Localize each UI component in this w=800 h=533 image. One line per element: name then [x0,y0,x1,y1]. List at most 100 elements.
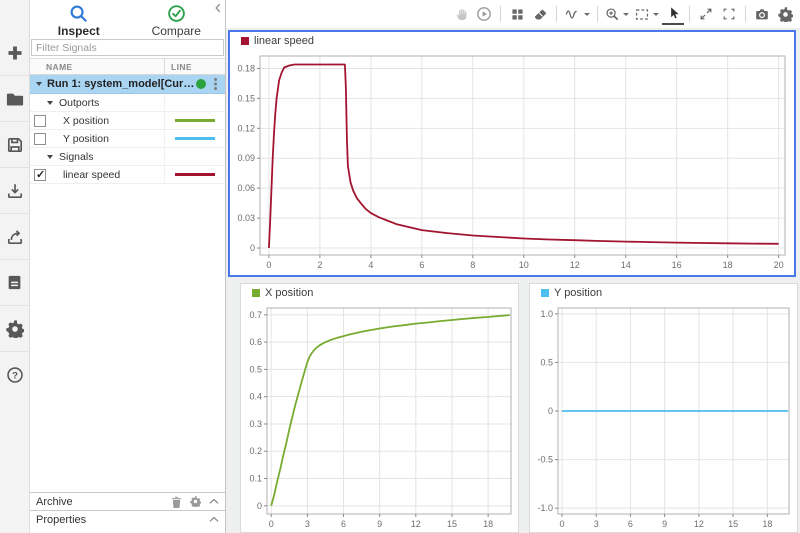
trash-icon[interactable] [171,496,182,508]
import-icon [6,182,24,200]
legend-swatch [241,37,249,45]
signal-row-y-position[interactable]: Y position [30,130,225,148]
chevron-up-icon [209,516,219,523]
group-label: Signals [59,151,93,163]
snapshot-button[interactable] [751,3,773,25]
search-icon [69,4,88,23]
toolbar-separator [597,6,598,22]
layout-button[interactable] [506,3,528,25]
signal-checkbox[interactable] [34,169,46,181]
group-label: Outports [59,97,99,109]
zoom-in-icon [605,7,620,22]
chevron-down-icon [47,155,53,159]
svg-text:9: 9 [377,519,382,529]
svg-text:15: 15 [447,519,457,529]
dropdown-caret-icon [623,13,629,16]
fit-to-view-button[interactable] [632,3,661,25]
expand-arrows-icon [699,7,713,21]
run-row[interactable]: Run 1: system_model[Current] [30,75,225,94]
svg-text:18: 18 [483,519,493,529]
tab-compare[interactable]: Compare [128,0,226,38]
camera-icon [754,7,770,22]
svg-text:0.5: 0.5 [540,357,553,367]
toolbar-separator [500,6,501,22]
help-button[interactable]: ? [0,351,29,397]
toolbar-separator [745,6,746,22]
gear-icon [778,7,793,22]
create-report-button[interactable] [0,259,29,305]
svg-text:9: 9 [662,519,667,529]
legend-label: Y position [554,287,602,299]
plot-card-linear-speed[interactable]: linear speed 0246810121416182000.030.060… [228,30,796,277]
save-button[interactable] [0,121,29,167]
export-button[interactable] [0,213,29,259]
signal-cursor-button[interactable] [562,3,592,25]
chevron-up-icon [209,498,219,505]
tab-inspect[interactable]: Inspect [30,0,128,38]
sidebar-footer [30,528,225,533]
gear-icon [6,320,24,338]
fit-view-icon [634,7,650,22]
svg-text:6: 6 [341,519,346,529]
tab-inspect-label: Inspect [58,24,100,38]
pan-button[interactable] [450,3,472,25]
svg-text:6: 6 [628,519,633,529]
column-line: LINE [164,59,225,74]
line-swatch [175,173,215,176]
app-toolstrip: ? [0,0,30,533]
run-options-icon[interactable] [214,78,217,81]
pointer-button[interactable] [662,3,684,25]
wave-icon [564,7,581,22]
toolbar-separator [556,6,557,22]
signal-row-x-position[interactable]: X position [30,112,225,130]
zoom-button[interactable] [603,3,631,25]
group-row-signals[interactable]: Signals [30,148,225,166]
group-row-outports[interactable]: Outports [30,94,225,112]
archive-bar[interactable]: Archive [30,492,225,510]
add-run-button[interactable] [0,30,29,75]
linear-speed-chart[interactable]: 0246810121416182000.030.060.090.120.150.… [230,50,794,275]
preferences-button[interactable] [0,305,29,351]
export-icon [6,228,24,246]
expand-button[interactable] [695,3,717,25]
plot-card-y-position[interactable]: Y position 0369121518-1.0-0.500.51.0 [529,283,798,533]
signal-checkbox[interactable] [34,115,46,127]
run-status-dot [196,79,206,89]
svg-text:12: 12 [411,519,421,529]
y-position-chart[interactable]: 0369121518-1.0-0.500.51.0 [530,302,797,532]
import-button[interactable] [0,167,29,213]
clear-plots-button[interactable] [529,3,551,25]
svg-text:0.03: 0.03 [237,213,255,223]
collapse-sidebar-button[interactable] [214,3,222,13]
signal-tree: Run 1: system_model[Current] Outports X … [30,75,225,492]
column-name: NAME [30,62,164,72]
svg-text:-0.5: -0.5 [537,455,553,465]
x-position-chart[interactable]: 036912151800.10.20.30.40.50.60.7 [241,302,518,532]
plot-card-x-position[interactable]: X position 036912151800.10.20.30.40.50.6… [240,283,519,533]
svg-text:0: 0 [269,519,274,529]
open-button[interactable] [0,75,29,121]
svg-text:20: 20 [774,260,784,270]
plot-settings-button[interactable] [774,3,796,25]
hand-icon [454,7,469,22]
svg-text:0.06: 0.06 [237,183,255,193]
chevron-down-icon [47,101,53,105]
line-swatch [175,119,215,122]
fullscreen-button[interactable] [718,3,740,25]
document-icon [6,274,23,291]
svg-text:?: ? [12,370,18,381]
signal-checkbox[interactable] [34,133,46,145]
plot-area: linear speed 0246810121416182000.030.060… [226,0,800,533]
play-circle-icon [476,6,492,22]
filter-signals-input[interactable] [31,39,224,56]
line-swatch [175,137,215,140]
signal-label: linear speed [50,169,164,181]
signal-row-linear-speed[interactable]: linear speed [30,166,225,184]
properties-bar[interactable]: Properties [30,510,225,528]
archive-settings-icon[interactable] [190,496,201,507]
svg-text:0: 0 [250,243,255,253]
plot-legend: Y position [530,284,797,302]
save-icon [6,136,24,154]
replay-button[interactable] [473,3,495,25]
svg-text:15: 15 [728,519,738,529]
